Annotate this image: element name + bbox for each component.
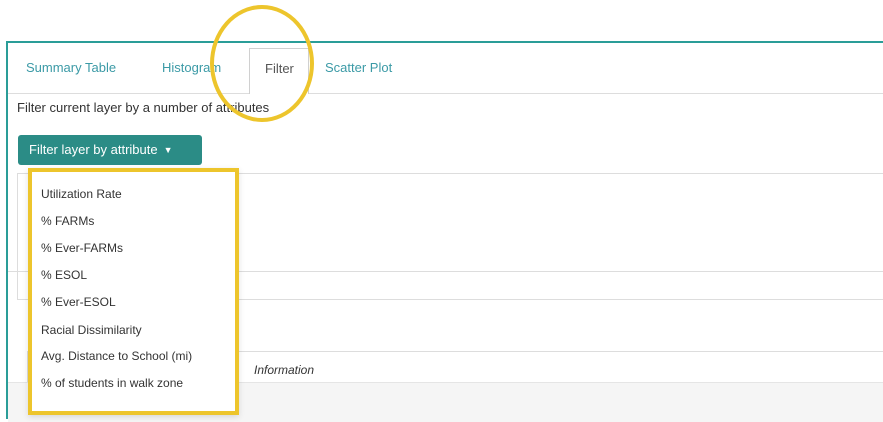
highlight-circle [210, 5, 314, 122]
dropdown-item-farms[interactable]: % FARMs [41, 214, 94, 228]
dropdown-item-utilization-rate[interactable]: Utilization Rate [41, 187, 122, 201]
dropdown-item-racial-dissimilarity[interactable]: Racial Dissimilarity [41, 323, 142, 337]
caret-down-icon: ▼ [163, 145, 173, 155]
attribute-dropdown-menu: Utilization Rate % FARMs % Ever-FARMs % … [28, 168, 239, 415]
filter-layer-button-label: Filter layer by attribute [29, 142, 158, 157]
filter-layer-button[interactable]: Filter layer by attribute ▼ [18, 135, 202, 165]
dropdown-item-ever-farms[interactable]: % Ever-FARMs [41, 241, 123, 255]
dropdown-item-avg-distance[interactable]: Avg. Distance to School (mi) [41, 349, 192, 363]
information-placeholder: Information [254, 363, 315, 377]
tab-bar: Summary Table Histogram Filter Scatter P… [8, 43, 883, 94]
tab-scatter-plot[interactable]: Scatter Plot [325, 60, 392, 75]
dropdown-item-walk-zone[interactable]: % of students in walk zone [41, 376, 183, 390]
dropdown-item-ever-esol[interactable]: % Ever-ESOL [41, 295, 116, 309]
dropdown-item-esol[interactable]: % ESOL [41, 268, 87, 282]
tab-summary-table[interactable]: Summary Table [26, 60, 116, 75]
